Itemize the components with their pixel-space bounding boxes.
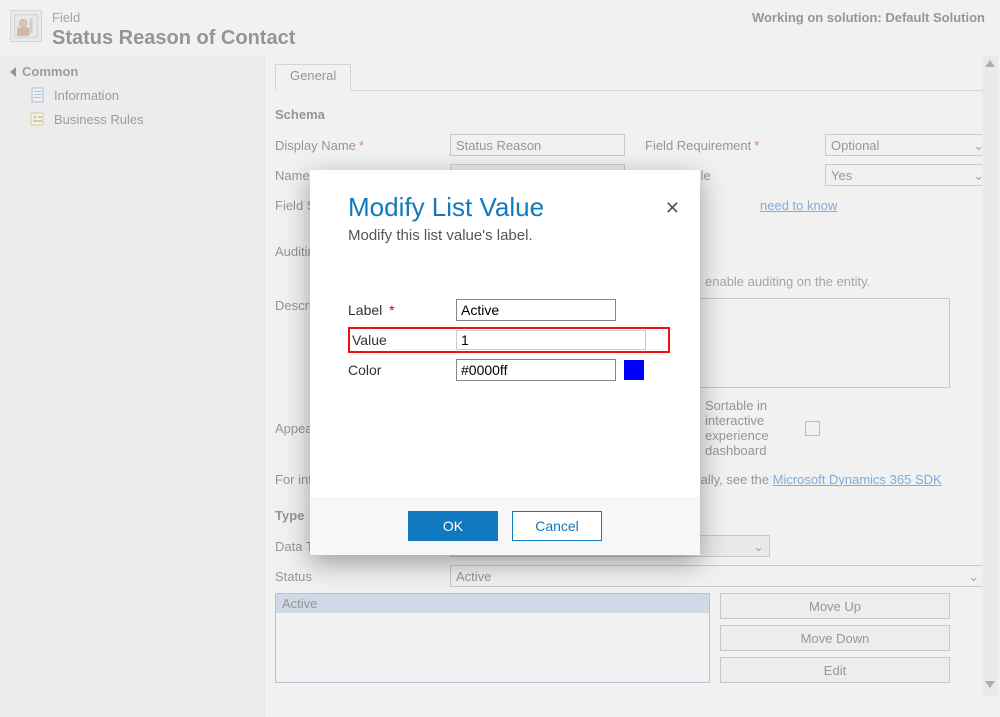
scroll-up-icon [985, 60, 995, 67]
collapse-icon [10, 67, 16, 77]
value-field-label: Value [352, 332, 456, 348]
sidebar-group-label: Common [22, 64, 78, 79]
auditing-hint: enable auditing on the entity. [705, 274, 870, 289]
status-label: Status [275, 569, 450, 584]
modify-list-value-dialog: ✕ Modify List Value Modify this list val… [310, 170, 700, 555]
dialog-footer: OK Cancel [310, 497, 700, 555]
value-row-highlight: Value [348, 327, 670, 353]
close-icon: ✕ [665, 198, 680, 218]
entity-icon [10, 10, 42, 42]
tab-general[interactable]: General [275, 64, 351, 91]
value-input[interactable] [456, 330, 646, 350]
status-select[interactable] [450, 565, 985, 587]
edit-button[interactable]: Edit [720, 657, 950, 683]
searchable-select[interactable] [825, 164, 990, 186]
need-to-know-link[interactable]: need to know [760, 198, 837, 213]
label-field-label: Label * [348, 302, 456, 318]
ok-button[interactable]: OK [408, 511, 498, 541]
color-input[interactable] [456, 359, 616, 381]
dialog-title: Modify List Value [348, 192, 670, 223]
sortable-checkbox[interactable] [805, 421, 820, 436]
sdk-link[interactable]: Microsoft Dynamics 365 SDK [773, 472, 942, 487]
sidebar-item-label: Business Rules [54, 112, 144, 127]
page-title: Status Reason of Contact [52, 27, 295, 50]
sidebar: Common Information Business Rules [0, 55, 265, 717]
page-header: Field Status Reason of Contact Working o… [0, 0, 1000, 55]
solution-indicator: Working on solution: Default Solution [752, 10, 985, 25]
document-icon [30, 87, 46, 103]
move-up-button[interactable]: Move Up [720, 593, 950, 619]
breadcrumb: Field [52, 10, 295, 25]
tab-bar: General [275, 63, 990, 91]
solution-name: Default Solution [885, 10, 985, 25]
schema-section-title: Schema [275, 107, 990, 122]
scroll-down-icon [985, 681, 995, 688]
label-input[interactable] [456, 299, 616, 321]
move-down-button[interactable]: Move Down [720, 625, 950, 651]
color-swatch[interactable] [624, 360, 644, 380]
solution-label: Working on solution: [752, 10, 882, 25]
rules-icon [30, 111, 46, 127]
sidebar-item-business-rules[interactable]: Business Rules [0, 107, 264, 131]
field-requirement-select[interactable] [825, 134, 990, 156]
scrollbar[interactable] [982, 56, 998, 696]
display-name-input[interactable] [450, 134, 625, 156]
display-name-label: Display Name* [275, 138, 450, 153]
dialog-subtitle: Modify this list value's label. [348, 227, 670, 244]
options-listbox[interactable]: Active [275, 593, 710, 683]
list-item[interactable]: Active [276, 594, 709, 613]
sidebar-group-common[interactable]: Common [0, 60, 264, 83]
color-field-label: Color [348, 362, 456, 378]
cancel-button[interactable]: Cancel [512, 511, 602, 541]
sortable-label: Sortable in interactive experience dashb… [705, 398, 795, 458]
sidebar-item-label: Information [54, 88, 119, 103]
sidebar-item-information[interactable]: Information [0, 83, 264, 107]
close-button[interactable]: ✕ [665, 198, 680, 219]
field-requirement-label: Field Requirement* [645, 138, 825, 153]
